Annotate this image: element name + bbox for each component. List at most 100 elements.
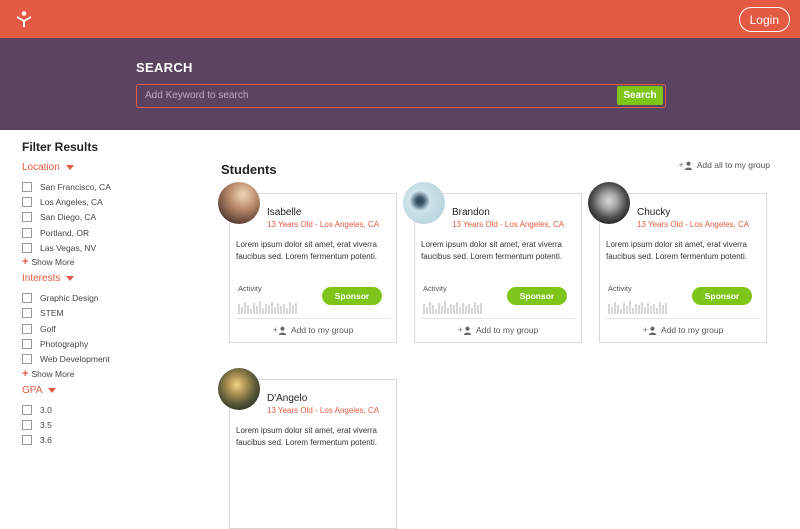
checkbox[interactable] [22,354,32,365]
sponsor-button[interactable]: Sponsor [692,287,752,305]
activity-bar [617,305,619,314]
checkbox[interactable] [22,196,32,207]
activity-bar [620,309,622,314]
divider [421,318,575,319]
activity-bar [426,307,428,314]
filter-group-gpa[interactable]: GPA [22,385,202,396]
login-button[interactable]: Login [738,7,790,32]
divider [606,318,760,319]
activity-bar [450,304,452,314]
activity-bar [611,307,613,314]
student-card: Brandon 13 Years Old - Los Angeles, CA L… [403,182,582,343]
filter-option[interactable]: Graphic Design [22,290,202,305]
checkbox[interactable] [22,212,32,223]
add-all-to-group-button[interactable]: + Add all to my group [679,160,770,170]
search-button[interactable]: Search [617,86,663,105]
filter-title: Filter Results [22,140,99,154]
checkbox[interactable] [22,308,32,319]
add-all-label: Add all to my group [696,160,770,170]
student-subtitle: 13 Years Old - Los Angeles, CA [267,220,380,229]
checkbox[interactable] [22,404,32,415]
filter-group-label: Interests [22,273,61,285]
filter-option[interactable]: Portland, OR [22,225,202,240]
student-description: Lorem ipsum dolor sit amet, erat viverra… [421,240,562,261]
sponsor-button[interactable]: Sponsor [507,287,567,305]
activity-bar [244,302,246,314]
activity-bar [271,302,273,314]
activity-bar [277,303,279,314]
avatar [218,368,260,410]
activity-bar [259,301,261,314]
caret-down-icon [65,165,74,170]
filter-group-location[interactable]: Location [22,162,202,173]
filter-option-label: 3.5 [40,419,52,430]
student-name[interactable]: Brandon [452,207,490,218]
checkbox[interactable] [22,435,32,446]
show-more-interests[interactable]: + Show More [22,367,202,381]
filter-option[interactable]: San Diego, CA [22,210,202,225]
activity-label: Activity [608,284,632,293]
checkbox[interactable] [22,339,32,350]
activity-bar [441,306,443,314]
activity-bar [468,304,470,314]
filter-option[interactable]: Photography [22,336,202,351]
student-subtitle: 13 Years Old - Los Angeles, CA [267,406,380,415]
filter-group-interests[interactable]: Interests [22,273,202,284]
filter-option[interactable]: 3.5 [22,417,202,432]
activity-bar [250,309,252,314]
activity-bar [474,302,476,314]
add-person-icon: + [643,325,657,335]
add-to-group-button[interactable]: + Add to my group [600,325,766,335]
filter-option[interactable]: 3.0 [22,402,202,417]
activity-sparkline [423,296,483,314]
checkbox[interactable] [22,419,32,430]
checkbox[interactable] [22,293,32,304]
checkbox[interactable] [22,227,32,238]
activity-bar [438,303,440,314]
search-input[interactable] [145,85,615,106]
student-name[interactable]: Chucky [637,207,670,218]
activity-bar [641,302,643,314]
filter-option[interactable]: STEM [22,306,202,321]
filter-option[interactable]: 3.6 [22,433,202,448]
add-to-group-button[interactable]: + Add to my group [415,325,581,335]
add-person-icon: + [273,325,287,335]
student-description: Lorem ipsum dolor sit amet, erat viverra… [606,240,747,261]
filter-option-label: Golf [40,323,56,334]
filter-option-label: 3.6 [40,435,52,446]
sponsor-button[interactable]: Sponsor [322,287,382,305]
student-card: Isabelle 13 Years Old - Los Angeles, CA … [218,182,397,343]
activity-bar [647,303,649,314]
add-to-group-label: Add to my group [290,325,354,335]
student-name[interactable]: D'Angelo [267,393,307,404]
add-to-group-label: Add to my group [660,325,724,335]
checkbox[interactable] [22,323,32,334]
activity-bar [283,304,285,314]
tree-person-icon[interactable] [15,10,33,28]
activity-bar [268,305,270,314]
activity-bar [650,306,652,314]
checkbox[interactable] [22,242,32,253]
student-description: Lorem ipsum dolor sit amet, erat viverra… [236,240,377,261]
activity-bar [623,303,625,314]
activity-bar [447,308,449,314]
filter-option[interactable]: Las Vegas, NV [22,240,202,255]
filter-option[interactable]: Golf [22,321,202,336]
activity-bar [256,306,258,314]
filter-option[interactable]: San Francisco, CA [22,179,202,194]
filter-option[interactable]: Web Development [22,352,202,367]
activity-bar [435,309,437,314]
search-title: SEARCH [136,60,193,75]
filter-group-label: Location [22,162,60,173]
filter-option[interactable]: Los Angeles, CA [22,194,202,209]
student-name[interactable]: Isabelle [267,207,301,218]
show-more-location[interactable]: + Show More [22,255,202,269]
activity-bar [638,305,640,314]
checkbox[interactable] [22,181,32,192]
search-box: Search [136,84,666,108]
activity-bar [629,301,631,314]
add-to-group-button[interactable]: + Add to my group [230,325,396,335]
students-heading: Students [221,162,277,177]
activity-bar [423,304,425,314]
activity-bar [238,304,240,314]
